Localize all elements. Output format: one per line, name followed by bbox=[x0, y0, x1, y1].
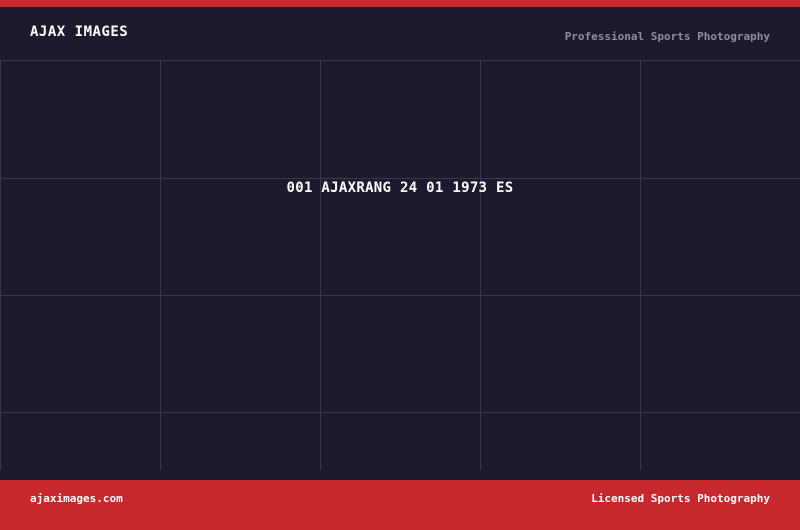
header: AJAX IMAGES Professional Sports Photogra… bbox=[0, 7, 800, 60]
footer-spacer bbox=[0, 470, 800, 480]
grid-line bbox=[0, 412, 800, 413]
grid-line bbox=[480, 61, 481, 470]
grid-line bbox=[320, 61, 321, 470]
footer: ajaximages.com Licensed Sports Photograp… bbox=[0, 480, 800, 530]
footer-tagline: Licensed Sports Photography bbox=[591, 492, 770, 505]
grid-line bbox=[0, 295, 800, 296]
image-caption: 001 AJAXRANG 24 01 1973 ES bbox=[286, 180, 514, 196]
footer-website: ajaximages.com bbox=[30, 492, 123, 505]
image-placeholder-grid: 001 AJAXRANG 24 01 1973 ES bbox=[0, 60, 800, 470]
grid-line bbox=[0, 178, 800, 179]
brand-title: AJAX IMAGES bbox=[30, 24, 129, 40]
grid-line bbox=[0, 61, 1, 470]
top-accent-bar bbox=[0, 0, 800, 7]
grid-line bbox=[160, 61, 161, 470]
grid-line bbox=[640, 61, 641, 470]
header-tagline: Professional Sports Photography bbox=[564, 30, 770, 43]
